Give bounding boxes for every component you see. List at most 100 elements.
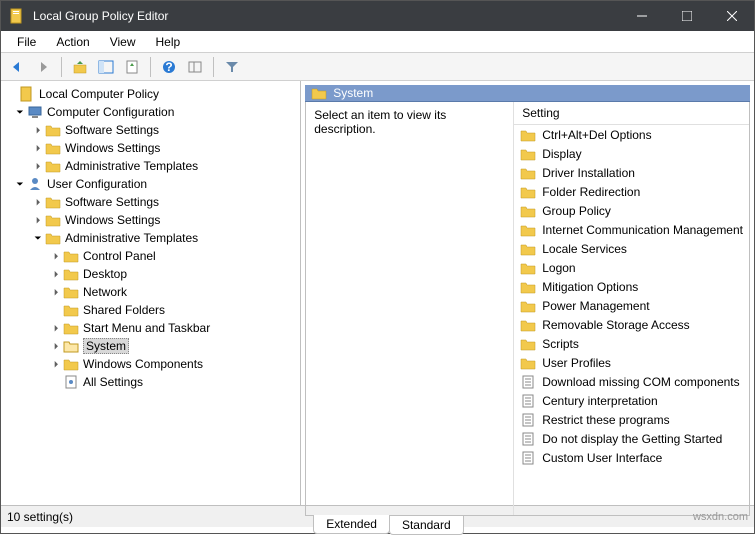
list-item[interactable]: Restrict these programs	[514, 410, 749, 429]
list-item[interactable]: Group Policy	[514, 201, 749, 220]
tree-network[interactable]: ⏵Network	[1, 283, 300, 301]
toolbar-separator	[213, 57, 214, 77]
folder-icon	[520, 127, 536, 143]
view-tabs: Extended Standard	[305, 516, 750, 535]
content-area: Local Computer Policy ⏷Computer Configur…	[1, 81, 754, 505]
settings-list: Setting Ctrl+Alt+Del Options Display Dri…	[514, 102, 749, 515]
list-item[interactable]: Removable Storage Access	[514, 315, 749, 334]
filter-button[interactable]	[220, 55, 244, 79]
policy-item-icon	[520, 412, 536, 428]
tree-cc-windows[interactable]: ⏵Windows Settings	[1, 139, 300, 157]
tree-root[interactable]: Local Computer Policy	[1, 85, 300, 103]
list-item[interactable]: Driver Installation	[514, 163, 749, 182]
forward-button[interactable]	[31, 55, 55, 79]
folder-icon	[63, 320, 79, 336]
options-button[interactable]	[183, 55, 207, 79]
tree-uc-admin[interactable]: ⏷Administrative Templates	[1, 229, 300, 247]
settings-icon	[63, 374, 79, 390]
list-item[interactable]: Custom User Interface	[514, 448, 749, 467]
folder-icon	[45, 140, 61, 156]
menu-action[interactable]: Action	[46, 33, 99, 51]
policy-icon	[19, 86, 35, 102]
list-item[interactable]: Mitigation Options	[514, 277, 749, 296]
maximize-button[interactable]	[664, 1, 709, 31]
menu-view[interactable]: View	[100, 33, 146, 51]
tree-desktop[interactable]: ⏵Desktop	[1, 265, 300, 283]
list-item[interactable]: Century interpretation	[514, 391, 749, 410]
show-hide-tree-button[interactable]	[94, 55, 118, 79]
folder-icon	[63, 248, 79, 264]
list-item[interactable]: Do not display the Getting Started	[514, 429, 749, 448]
window-titlebar: Local Group Policy Editor	[1, 1, 754, 31]
policy-item-icon	[520, 393, 536, 409]
list-item[interactable]: Folder Redirection	[514, 182, 749, 201]
policy-item-icon	[520, 374, 536, 390]
computer-icon	[27, 104, 43, 120]
folder-icon	[520, 184, 536, 200]
status-text: 10 setting(s)	[7, 510, 73, 524]
list-item[interactable]: User Profiles	[514, 353, 749, 372]
folder-icon	[520, 241, 536, 257]
folder-icon	[45, 212, 61, 228]
panel-header: System	[305, 85, 750, 102]
tree-cc-admin[interactable]: ⏵Administrative Templates	[1, 157, 300, 175]
folder-icon	[311, 85, 327, 101]
details-panel: System Select an item to view its descri…	[301, 81, 754, 505]
list-item[interactable]: Download missing COM components	[514, 372, 749, 391]
tree-uc-software[interactable]: ⏵Software Settings	[1, 193, 300, 211]
description-text: Select an item to view its description.	[314, 108, 446, 136]
up-button[interactable]	[68, 55, 92, 79]
properties-button[interactable]	[120, 55, 144, 79]
panel-title: System	[333, 86, 373, 100]
column-header-setting[interactable]: Setting	[514, 102, 749, 125]
folder-icon	[63, 356, 79, 372]
menubar: File Action View Help	[1, 31, 754, 53]
list-item[interactable]: Locale Services	[514, 239, 749, 258]
minimize-button[interactable]	[619, 1, 664, 31]
back-button[interactable]	[5, 55, 29, 79]
description-column: Select an item to view its description.	[306, 102, 514, 515]
policy-item-icon	[520, 431, 536, 447]
help-button[interactable]: ?	[157, 55, 181, 79]
folder-icon	[520, 203, 536, 219]
folder-open-icon	[63, 338, 79, 354]
window-title: Local Group Policy Editor	[33, 9, 619, 23]
tree-user-config[interactable]: ⏷User Configuration	[1, 175, 300, 193]
tree-system[interactable]: ⏵System	[1, 337, 300, 355]
tree-shared-folders[interactable]: Shared Folders	[1, 301, 300, 319]
folder-icon	[520, 165, 536, 181]
list-item[interactable]: Logon	[514, 258, 749, 277]
tree-computer-config[interactable]: ⏷Computer Configuration	[1, 103, 300, 121]
panel-body: Select an item to view its description. …	[305, 102, 750, 516]
folder-icon	[520, 336, 536, 352]
folder-icon	[520, 298, 536, 314]
close-button[interactable]	[709, 1, 754, 31]
tab-extended[interactable]: Extended	[313, 515, 390, 534]
folder-icon	[63, 284, 79, 300]
list-item[interactable]: Scripts	[514, 334, 749, 353]
settings-scroll[interactable]: Ctrl+Alt+Del Options Display Driver Inst…	[514, 125, 749, 515]
tree-uc-windows[interactable]: ⏵Windows Settings	[1, 211, 300, 229]
menu-help[interactable]: Help	[146, 33, 191, 51]
tree-cc-software[interactable]: ⏵Software Settings	[1, 121, 300, 139]
tree-all-settings[interactable]: All Settings	[1, 373, 300, 391]
list-item[interactable]: Display	[514, 144, 749, 163]
tab-standard[interactable]: Standard	[389, 516, 464, 535]
list-item[interactable]: Internet Communication Management	[514, 220, 749, 239]
folder-icon	[63, 302, 79, 318]
navigation-tree[interactable]: Local Computer Policy ⏷Computer Configur…	[1, 81, 301, 505]
tree-control-panel[interactable]: ⏵Control Panel	[1, 247, 300, 265]
tree-start-menu[interactable]: ⏵Start Menu and Taskbar	[1, 319, 300, 337]
app-icon	[9, 8, 25, 24]
menu-file[interactable]: File	[7, 33, 46, 51]
list-item[interactable]: Power Management	[514, 296, 749, 315]
folder-icon	[45, 122, 61, 138]
list-item[interactable]: Ctrl+Alt+Del Options	[514, 125, 749, 144]
user-icon	[27, 176, 43, 192]
toolbar-separator	[61, 57, 62, 77]
folder-icon	[520, 317, 536, 333]
toolbar: ?	[1, 53, 754, 81]
tree-windows-components[interactable]: ⏵Windows Components	[1, 355, 300, 373]
folder-icon	[520, 260, 536, 276]
folder-icon	[520, 355, 536, 371]
